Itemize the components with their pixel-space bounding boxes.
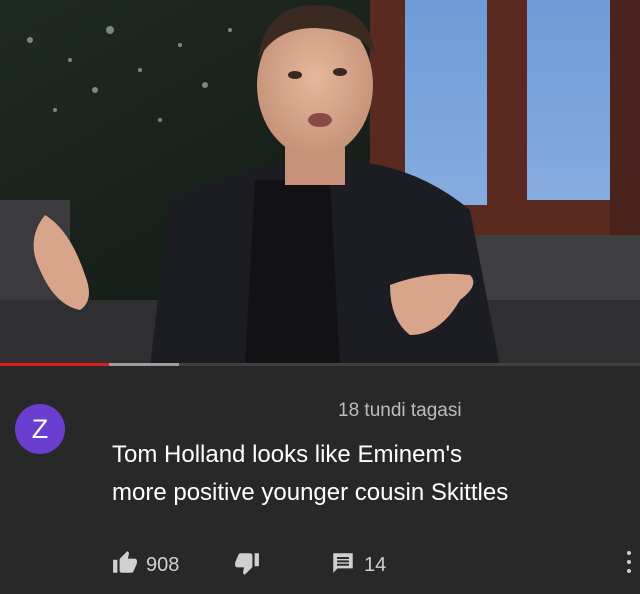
like-button[interactable]: 908 xyxy=(112,550,179,580)
comment-item: Z 18 tundi tagasi Tom Holland looks like… xyxy=(0,368,640,594)
thumbs-down-icon xyxy=(234,550,260,581)
avatar[interactable]: Z xyxy=(15,404,65,454)
comment-timestamp: 18 tundi tagasi xyxy=(338,400,462,421)
buffered-fill xyxy=(108,363,180,366)
thumbs-up-icon xyxy=(112,550,138,581)
played-fill xyxy=(0,363,109,366)
reply-button[interactable]: 14 xyxy=(330,550,386,580)
dislike-button[interactable] xyxy=(234,550,260,580)
like-count: 908 xyxy=(146,553,180,576)
video-still xyxy=(0,0,640,366)
reply-icon xyxy=(330,550,356,581)
comment-text-line: more positive younger cousin Skittles xyxy=(112,479,509,506)
comment-text-line: Tom Holland looks like Eminem's xyxy=(112,441,463,468)
video-frame[interactable] xyxy=(0,0,640,366)
comment-text: Tom Holland looks like Eminem's more pos… xyxy=(112,436,632,512)
comment-actions: 908 14 xyxy=(112,550,632,580)
reply-count: 14 xyxy=(364,553,387,576)
more-vert-icon[interactable] xyxy=(624,551,634,579)
video-progress-bar[interactable] xyxy=(0,363,640,366)
